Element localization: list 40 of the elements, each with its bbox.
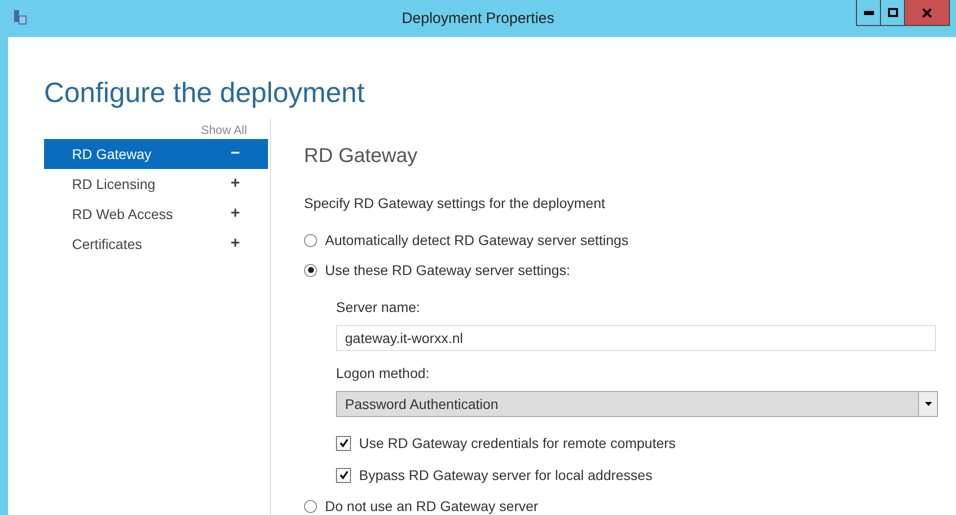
sidebar-item-label: RD Licensing — [72, 176, 156, 192]
logon-method-dropdown[interactable]: Password Authentication — [336, 391, 938, 417]
server-name-field[interactable]: gateway.it-worxx.nl — [336, 325, 936, 351]
radio-button[interactable] — [304, 234, 317, 246]
sidebar-item-label: Certificates — [72, 236, 142, 252]
expand-sign: + — [230, 205, 240, 223]
radio-label: Use these RD Gateway server settings: — [325, 262, 570, 278]
maximize-icon — [888, 8, 898, 17]
dropdown-arrow-icon — [924, 402, 932, 406]
radio-label: Automatically detect RD Gateway server settings — [325, 232, 628, 248]
expand-sign: − — [230, 145, 240, 163]
field-label: Logon method: — [336, 364, 430, 383]
sidebar-item-label: RD Web Access — [72, 206, 173, 222]
checkbox[interactable] — [336, 468, 351, 482]
sidebar-item[interactable]: RD Gateway − — [44, 139, 268, 169]
checkmark-icon — [338, 470, 348, 480]
checkbox-label: Bypass RD Gateway server for local addresses — [359, 467, 652, 483]
sidebar-item[interactable]: Certificates + — [44, 229, 268, 259]
close-button[interactable] — [904, 0, 950, 26]
page-heading: Configure the deployment — [44, 76, 366, 110]
radio-button[interactable] — [304, 500, 317, 512]
checkbox[interactable] — [336, 436, 351, 450]
close-icon — [922, 8, 932, 18]
expand-sign: + — [230, 175, 240, 193]
instruction-text: Specify RD Gateway settings for the deployment — [304, 195, 606, 213]
checkbox-label: Use RD Gateway credentials for remote computers — [359, 435, 676, 451]
sidebar-item[interactable]: RD Licensing + — [44, 169, 268, 199]
show-all-link[interactable]: Show All — [200, 123, 247, 137]
radio-label: Do not use an RD Gateway server — [325, 498, 538, 514]
sidebar-item[interactable]: RD Web Access + — [44, 199, 268, 229]
section-title: RD Gateway — [304, 144, 418, 169]
checkmark-icon — [338, 438, 348, 448]
expand-sign: + — [230, 235, 240, 253]
field-label: Server name: — [336, 298, 422, 317]
minimize-button[interactable] — [856, 0, 881, 26]
radio-button[interactable] — [304, 264, 317, 276]
window-title: Deployment Properties — [402, 10, 554, 27]
sidebar-item-label: RD Gateway — [72, 146, 152, 162]
minimize-icon — [864, 10, 874, 14]
server-icon — [13, 9, 27, 25]
